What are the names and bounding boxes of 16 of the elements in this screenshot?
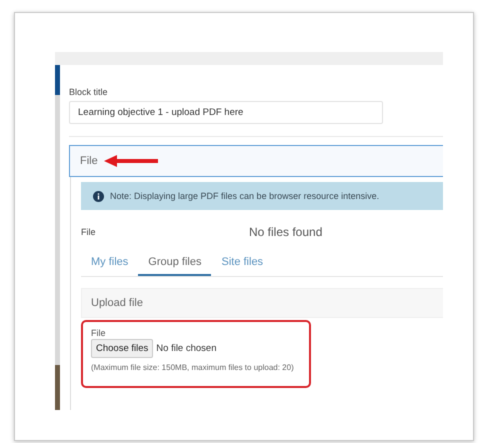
field-label: Block title <box>69 87 109 97</box>
panel-title: Upload file <box>91 297 143 309</box>
section-title: File <box>80 155 98 167</box>
file-tab[interactable]: Site files <box>211 250 274 276</box>
upload-limits-hint: (Maximum file size: 150MB, maximum files to upload: 20) <box>91 362 295 374</box>
notice-text: Note: Displaying large PDF files can be browser resource intensive. <box>110 191 380 201</box>
field-label: File <box>91 328 107 338</box>
choose-files-button[interactable]: Choose files <box>91 339 154 358</box>
section-header[interactable]: File <box>69 145 443 177</box>
info-icon <box>93 190 104 202</box>
file-tab[interactable]: Group files <box>138 250 212 276</box>
empty-message: No files found <box>249 225 322 239</box>
field-label: File <box>81 227 97 237</box>
file-tab[interactable]: My files <box>81 250 138 276</box>
file-status-text: No file chosen <box>156 343 216 354</box>
block-title-input[interactable]: Learning objective 1 - upload PDF here <box>69 101 383 124</box>
